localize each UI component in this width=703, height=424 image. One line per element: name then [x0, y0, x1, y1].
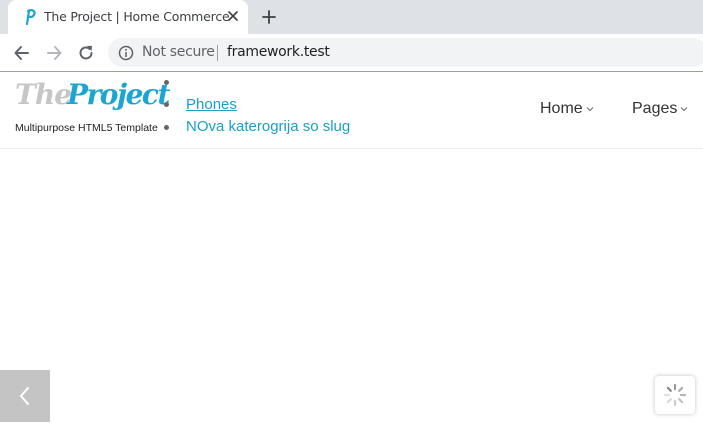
bullet	[164, 125, 169, 130]
spinner-icon	[663, 383, 687, 407]
close-icon[interactable]	[225, 8, 241, 24]
logo-tagline: Multipurpose HTML5 Template	[15, 122, 158, 134]
address-bar[interactable]: Not secure framework.test	[108, 38, 703, 67]
omnibox-divider	[217, 45, 218, 61]
forward-arrow-icon[interactable]	[44, 43, 64, 63]
site-header: The Project Multipurpose HTML5 Template …	[0, 72, 703, 149]
reload-icon[interactable]	[76, 43, 96, 63]
menu-item-home[interactable]: Home	[540, 100, 594, 118]
menu-item-label: Home	[540, 100, 583, 117]
back-arrow-icon[interactable]	[12, 43, 32, 63]
breadcrumb-current: NOva katerogrija so slug	[186, 118, 351, 135]
logo-the-text: The	[15, 78, 72, 111]
chevron-left-icon	[19, 387, 29, 405]
chevron-down-icon	[586, 106, 594, 112]
browser-toolbar: Not secure framework.test	[0, 34, 703, 72]
logo-project-text: Project	[67, 78, 170, 111]
breadcrumb-link-phones[interactable]: Phones	[186, 96, 237, 113]
bullet	[164, 80, 169, 85]
security-status[interactable]: Not secure	[142, 44, 215, 60]
loading-indicator	[655, 376, 695, 414]
menu-item-label: Pages	[632, 100, 678, 117]
bullet	[164, 102, 169, 107]
tab-strip: The Project | Home Commerce	[0, 0, 703, 34]
url-text[interactable]: framework.test	[227, 44, 330, 60]
browser-tab[interactable]: The Project | Home Commerce	[8, 0, 248, 34]
tab-title: The Project | Home Commerce	[44, 9, 230, 24]
chevron-down-icon	[680, 106, 688, 112]
project-p-icon	[25, 9, 36, 26]
menu-item-pages[interactable]: Pages	[632, 100, 688, 118]
info-icon[interactable]	[118, 45, 134, 61]
slider-prev-button[interactable]	[0, 370, 50, 422]
plus-icon[interactable]	[260, 8, 278, 26]
